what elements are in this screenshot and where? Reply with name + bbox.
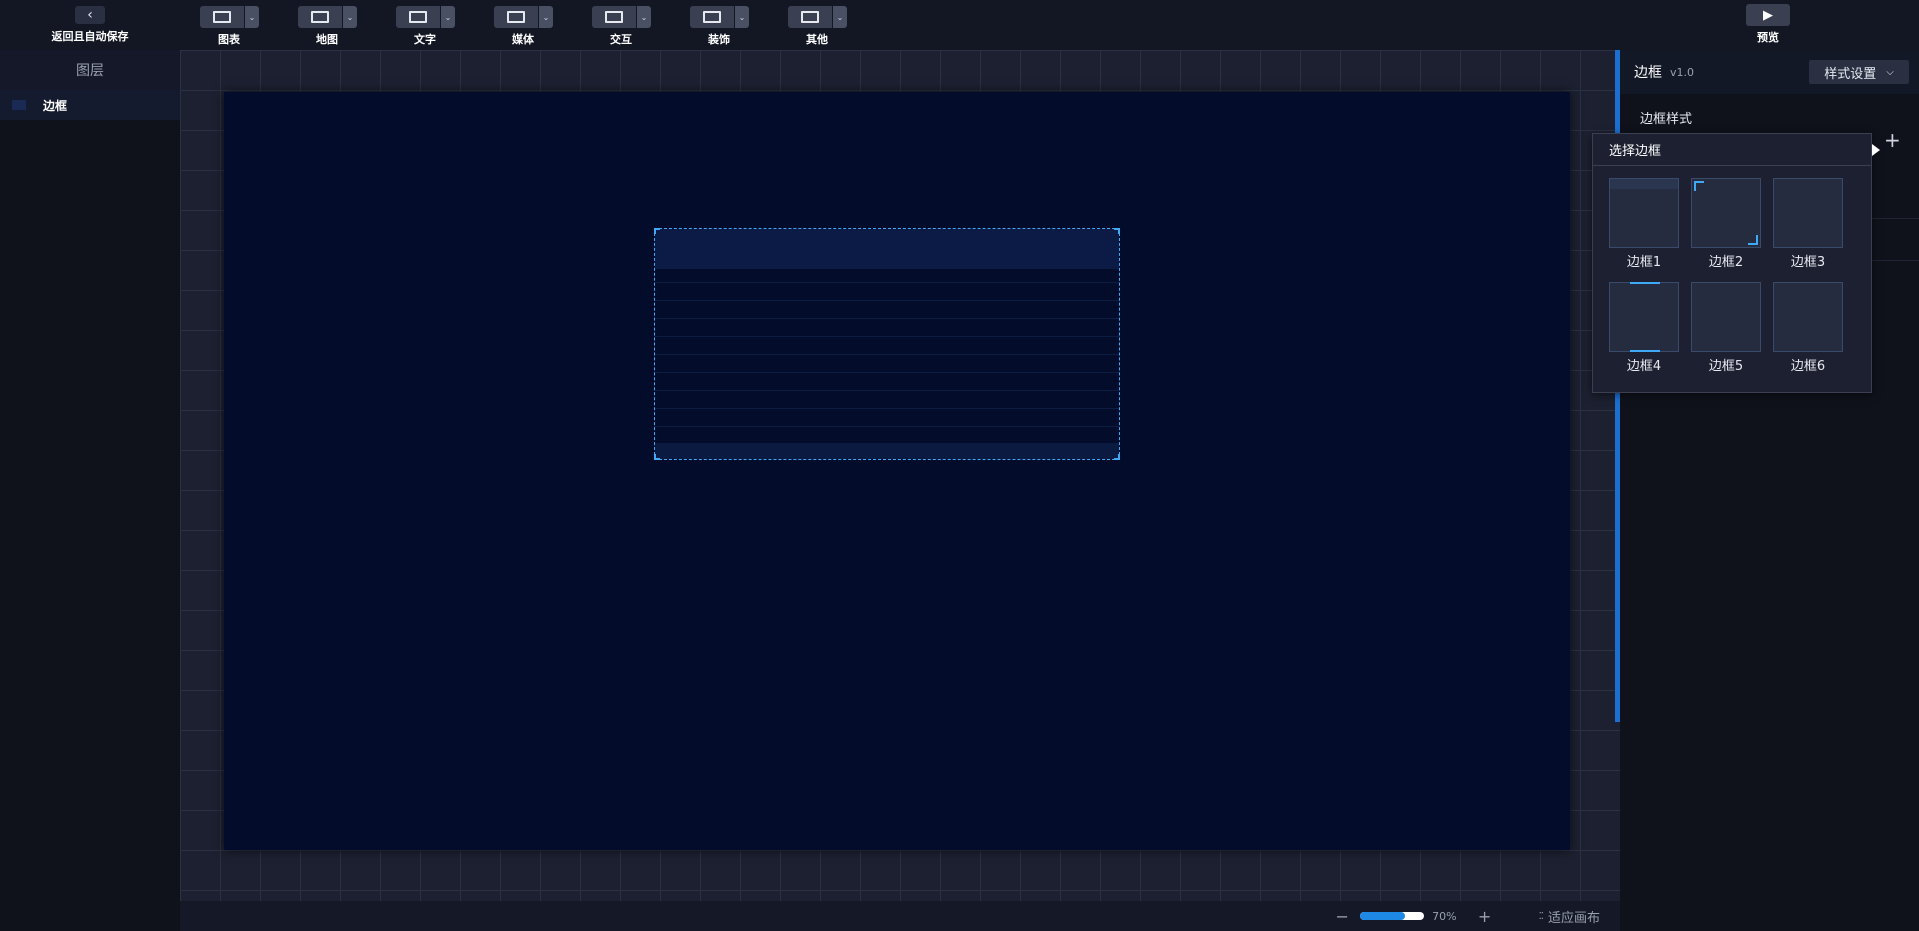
component-header	[655, 229, 1119, 269]
border-option-label: 边框4	[1626, 359, 1662, 374]
chevron-down-icon[interactable]: ⌄	[343, 6, 357, 28]
tool-label: 地图	[316, 33, 338, 46]
border-option-2[interactable]: 边框2	[1691, 178, 1761, 270]
style-settings-label: 样式设置	[1824, 66, 1877, 82]
editor-workspace	[180, 50, 1620, 901]
zoom-out-button[interactable]: −	[1332, 907, 1352, 926]
resize-handle[interactable]	[1114, 228, 1120, 234]
layers-title: 图层	[0, 50, 180, 90]
properties-title: 边框	[1634, 65, 1662, 81]
fit-icon: ⁚⁚	[1538, 910, 1544, 922]
design-canvas[interactable]	[224, 92, 1570, 850]
layer-item-border[interactable]: 边框	[0, 90, 180, 120]
preview-label: 预览	[1757, 31, 1779, 44]
fit-canvas-button[interactable]: ⁚⁚ 适应画布	[1539, 907, 1600, 926]
zoom-value: 70%	[1432, 909, 1457, 923]
border-thumbnail	[1773, 178, 1843, 248]
add-icon[interactable]: +	[1884, 128, 1901, 152]
tool-label: 装饰	[708, 33, 730, 46]
tool-label: 其他	[806, 33, 828, 46]
zoom-in-button[interactable]: +	[1475, 907, 1495, 926]
layer-item-label: 边框	[43, 98, 68, 113]
popup-pointer	[1872, 144, 1880, 156]
interaction-icon[interactable]	[592, 6, 636, 28]
other-icon[interactable]	[788, 6, 832, 28]
tool-label: 媒体	[512, 33, 534, 46]
border-thumbnail	[1773, 282, 1843, 352]
style-settings-select[interactable]: 样式设置 ⌵	[1809, 60, 1909, 84]
back-and-save-button[interactable]: ‹ 返回且自动保存	[0, 0, 180, 50]
tool-chart[interactable]: ⌄ 图表	[200, 6, 298, 47]
tool-text[interactable]: ⌄ 文字	[396, 6, 494, 47]
border-thumbnail	[1609, 178, 1679, 248]
tool-label: 图表	[218, 33, 240, 46]
tool-label: 交互	[610, 33, 632, 46]
tool-map[interactable]: ⌄ 地图	[298, 6, 396, 47]
decoration-icon[interactable]	[690, 6, 734, 28]
border-option-3[interactable]: 边框3	[1773, 178, 1843, 270]
zoom-slider[interactable]	[1360, 912, 1425, 920]
resize-handle[interactable]	[654, 228, 660, 234]
border-option-1[interactable]: 边框1	[1609, 178, 1679, 270]
border-option-5[interactable]: 边框5	[1691, 282, 1761, 374]
border-option-label: 边框3	[1790, 255, 1826, 270]
resize-handle[interactable]	[654, 454, 660, 460]
border-option-6[interactable]: 边框6	[1773, 282, 1843, 374]
back-and-save-label: 返回且自动保存	[51, 30, 129, 43]
version-badge: v1.0	[1670, 65, 1695, 79]
component-footer	[655, 443, 1119, 459]
properties-header: 边框 v1.0 样式设置 ⌵	[1620, 50, 1919, 94]
chevron-down-icon[interactable]: ⌄	[833, 6, 847, 28]
border-option-label: 边框1	[1626, 255, 1662, 270]
border-thumbnail	[1691, 178, 1761, 248]
status-bar: − 70% + ⁚⁚ 适应画布	[180, 901, 1620, 931]
zoom-slider-fill	[1360, 912, 1405, 920]
border-option-grid: 边框1 边框2 边框3 边框4 边框5 边框6	[1609, 178, 1843, 374]
top-toolbar: ‹ 返回且自动保存 ⌄ 图表 ⌄ 地图 ⌄ 文字 ⌄ 媒体 ⌄ 交互 ⌄ 装饰 …	[0, 0, 1919, 50]
border-style-label: 边框样式	[1640, 112, 1693, 127]
chevron-down-icon[interactable]: ⌄	[441, 6, 455, 28]
border-picker-popup: 选择边框 边框1 边框2 边框3 边框4 边框5 边框6	[1592, 133, 1880, 393]
border-option-label: 边框6	[1790, 359, 1826, 374]
media-icon[interactable]	[494, 6, 538, 28]
tool-media[interactable]: ⌄ 媒体	[494, 6, 592, 47]
border-option-label: 边框5	[1708, 359, 1744, 374]
border-component[interactable]	[654, 228, 1120, 460]
border-thumbnail	[1691, 282, 1761, 352]
chevron-down-icon[interactable]: ⌄	[735, 6, 749, 28]
tool-interaction[interactable]: ⌄ 交互	[592, 6, 690, 47]
layers-panel: 图层 边框	[0, 50, 180, 931]
tool-other[interactable]: ⌄ 其他	[788, 6, 886, 47]
popup-title: 选择边框	[1593, 134, 1871, 166]
component-toolbar: ⌄ 图表 ⌄ 地图 ⌄ 文字 ⌄ 媒体 ⌄ 交互 ⌄ 装饰 ⌄ 其他	[200, 6, 886, 47]
tool-label: 文字	[414, 33, 436, 46]
resize-handle[interactable]	[1114, 454, 1120, 460]
chevron-down-icon[interactable]: ⌄	[539, 6, 553, 28]
chevron-down-icon: ⌵	[1886, 66, 1894, 78]
chevron-down-icon[interactable]: ⌄	[637, 6, 651, 28]
preview-button[interactable]: ▶ 预览	[1746, 4, 1790, 46]
border-option-4[interactable]: 边框4	[1609, 282, 1679, 374]
layer-thumbnail	[12, 100, 26, 110]
text-icon[interactable]	[396, 6, 440, 28]
chevron-left-icon: ‹	[75, 6, 105, 24]
chevron-down-icon[interactable]: ⌄	[245, 6, 259, 28]
map-icon[interactable]	[298, 6, 342, 28]
border-thumbnail	[1609, 282, 1679, 352]
play-icon: ▶	[1746, 4, 1790, 26]
border-option-label: 边框2	[1708, 255, 1744, 270]
fit-canvas-label: 适应画布	[1547, 910, 1600, 926]
chart-icon[interactable]	[200, 6, 244, 28]
tool-decoration[interactable]: ⌄ 装饰	[690, 6, 788, 47]
